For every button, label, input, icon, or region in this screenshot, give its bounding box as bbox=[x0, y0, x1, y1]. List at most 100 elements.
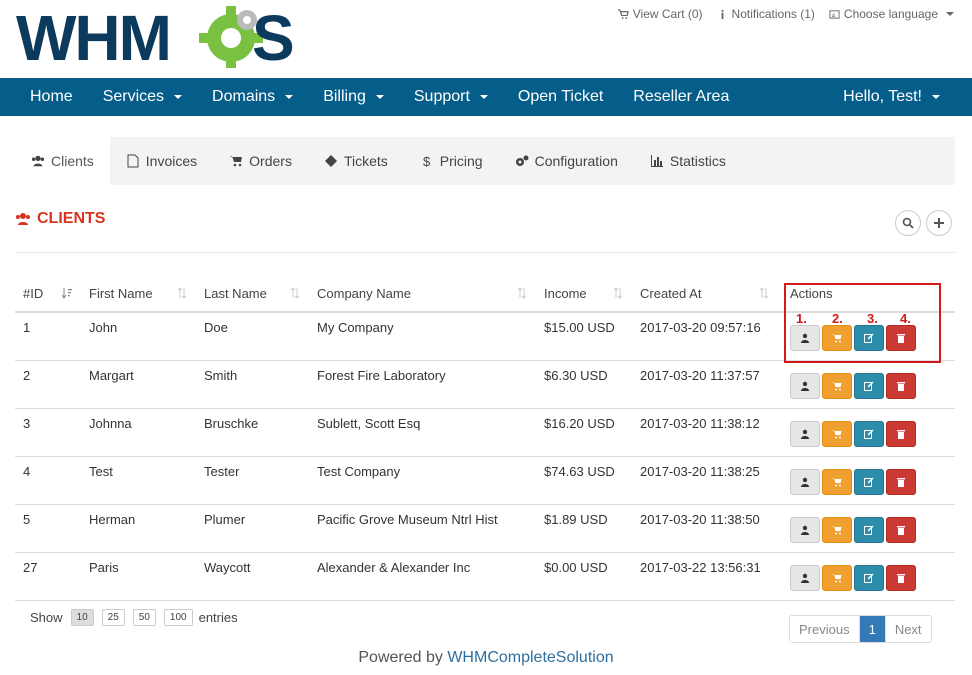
cell-actions bbox=[778, 504, 955, 553]
nav-billing[interactable]: Billing bbox=[308, 78, 399, 116]
nav-support-label: Support bbox=[413, 88, 470, 105]
chevron-down-icon bbox=[285, 95, 294, 99]
cart-icon bbox=[832, 429, 842, 439]
svg-text:$: $ bbox=[423, 154, 431, 168]
actions-highlight-box bbox=[784, 283, 941, 363]
user-menu[interactable]: Hello, Test! bbox=[828, 78, 972, 116]
view-client-button[interactable] bbox=[790, 468, 820, 495]
view-cart-label: View Cart (0) bbox=[632, 7, 703, 21]
users-icon bbox=[31, 155, 45, 167]
notifications-link[interactable]: Notifications (1) bbox=[717, 7, 815, 21]
length-option-50[interactable]: 50 bbox=[132, 609, 156, 626]
nav-support[interactable]: Support bbox=[399, 78, 503, 116]
trash-icon bbox=[896, 429, 906, 439]
nav-reseller-area[interactable]: Reseller Area bbox=[618, 78, 744, 116]
cell-company-name: Pacific Grove Museum Ntrl Hist bbox=[309, 504, 536, 553]
delete-client-button[interactable] bbox=[886, 468, 916, 495]
footer-link[interactable]: WHMCompleteSolution bbox=[447, 649, 613, 666]
view-cart-link[interactable]: View Cart (0) bbox=[617, 7, 703, 21]
cell-first-name: Herman bbox=[81, 504, 196, 553]
length-option-25[interactable]: 25 bbox=[101, 609, 125, 626]
info-icon bbox=[721, 9, 723, 19]
length-option-10[interactable]: 10 bbox=[70, 609, 94, 626]
edit-client-button[interactable] bbox=[854, 372, 884, 399]
user-icon bbox=[800, 381, 810, 391]
column-header-id[interactable]: #ID bbox=[15, 275, 81, 313]
whmcs-logo[interactable]: WHM S bbox=[16, 4, 296, 68]
cell-actions bbox=[778, 456, 955, 505]
delete-client-button[interactable] bbox=[886, 420, 916, 447]
edit-client-button[interactable] bbox=[854, 516, 884, 543]
nav-open-ticket[interactable]: Open Ticket bbox=[503, 78, 618, 116]
tab-invoices[interactable]: Invoices bbox=[110, 137, 213, 185]
nav-domains[interactable]: Domains bbox=[197, 78, 308, 116]
cell-id: 5 bbox=[15, 504, 81, 553]
edit-client-button[interactable] bbox=[854, 468, 884, 495]
file-icon bbox=[127, 154, 139, 168]
view-client-button[interactable] bbox=[790, 516, 820, 543]
column-header-company-name[interactable]: Company Name bbox=[309, 275, 536, 313]
cart-icon bbox=[617, 8, 629, 19]
view-client-button[interactable] bbox=[790, 564, 820, 591]
tab-clients[interactable]: Clients bbox=[15, 137, 110, 185]
search-icon bbox=[902, 217, 914, 229]
length-option-100[interactable]: 100 bbox=[163, 609, 193, 626]
tab-invoices-label: Invoices bbox=[145, 153, 198, 169]
cell-created-at: 2017-03-20 11:37:57 bbox=[632, 360, 778, 409]
view-client-button[interactable] bbox=[790, 420, 820, 447]
reseller-tabs: Clients Invoices Orders Tickets $ Pricin… bbox=[15, 137, 955, 185]
page-title: CLIENTS bbox=[15, 210, 105, 228]
cell-id: 3 bbox=[15, 408, 81, 457]
cell-last-name: Doe bbox=[196, 312, 309, 361]
sort-icon bbox=[517, 287, 527, 299]
edit-client-button[interactable] bbox=[854, 564, 884, 591]
cell-first-name: John bbox=[81, 312, 196, 361]
cell-first-name: Paris bbox=[81, 552, 196, 601]
nav-billing-label: Billing bbox=[323, 88, 366, 105]
column-header-id-label: #ID bbox=[23, 285, 44, 301]
column-header-first-name[interactable]: First Name bbox=[81, 275, 196, 313]
tab-statistics[interactable]: Statistics bbox=[634, 137, 742, 185]
delete-client-button[interactable] bbox=[886, 516, 916, 543]
footer-powered-by: Powered by WHMCompleteSolution bbox=[0, 649, 972, 667]
notifications-label: Notifications (1) bbox=[731, 7, 815, 21]
client-orders-button[interactable] bbox=[822, 372, 852, 399]
language-chooser[interactable]: A Choose language bbox=[829, 7, 954, 21]
cell-income: $6.30 USD bbox=[536, 360, 632, 409]
nav-home[interactable]: Home bbox=[0, 78, 88, 116]
add-client-button[interactable] bbox=[926, 210, 952, 236]
column-header-created-at[interactable]: Created At bbox=[632, 275, 778, 313]
delete-client-button[interactable] bbox=[886, 372, 916, 399]
search-button[interactable] bbox=[895, 210, 921, 236]
cart-icon bbox=[832, 381, 842, 391]
chevron-down-icon bbox=[932, 95, 940, 99]
user-icon bbox=[800, 477, 810, 487]
tab-configuration-label: Configuration bbox=[534, 153, 618, 169]
nav-services[interactable]: Services bbox=[88, 78, 197, 116]
cell-id: 2 bbox=[15, 360, 81, 409]
tab-configuration[interactable]: Configuration bbox=[499, 137, 634, 185]
next-page-button[interactable]: Next bbox=[884, 616, 931, 642]
tab-orders[interactable]: Orders bbox=[213, 137, 308, 185]
entries-length-menu: Show 10 25 50 100 entries bbox=[30, 609, 238, 626]
view-client-button[interactable] bbox=[790, 372, 820, 399]
cart-icon bbox=[832, 525, 842, 535]
chevron-down-icon bbox=[479, 95, 488, 99]
column-header-last-name[interactable]: Last Name bbox=[196, 275, 309, 313]
cell-created-at: 2017-03-20 09:57:16 bbox=[632, 312, 778, 361]
tab-pricing[interactable]: $ Pricing bbox=[404, 137, 499, 185]
delete-client-button[interactable] bbox=[886, 564, 916, 591]
svg-text:WHM: WHM bbox=[16, 4, 170, 68]
tab-tickets[interactable]: Tickets bbox=[308, 137, 404, 185]
client-orders-button[interactable] bbox=[822, 420, 852, 447]
column-header-income[interactable]: Income bbox=[536, 275, 632, 313]
previous-page-button[interactable]: Previous bbox=[790, 616, 859, 642]
user-icon bbox=[800, 525, 810, 535]
current-page-button[interactable]: 1 bbox=[858, 616, 885, 642]
client-orders-button[interactable] bbox=[822, 516, 852, 543]
client-orders-button[interactable] bbox=[822, 564, 852, 591]
length-suffix: entries bbox=[198, 610, 238, 625]
table-row: 5 Herman Plumer Pacific Grove Museum Ntrl H… bbox=[15, 504, 955, 553]
edit-client-button[interactable] bbox=[854, 420, 884, 447]
client-orders-button[interactable] bbox=[822, 468, 852, 495]
